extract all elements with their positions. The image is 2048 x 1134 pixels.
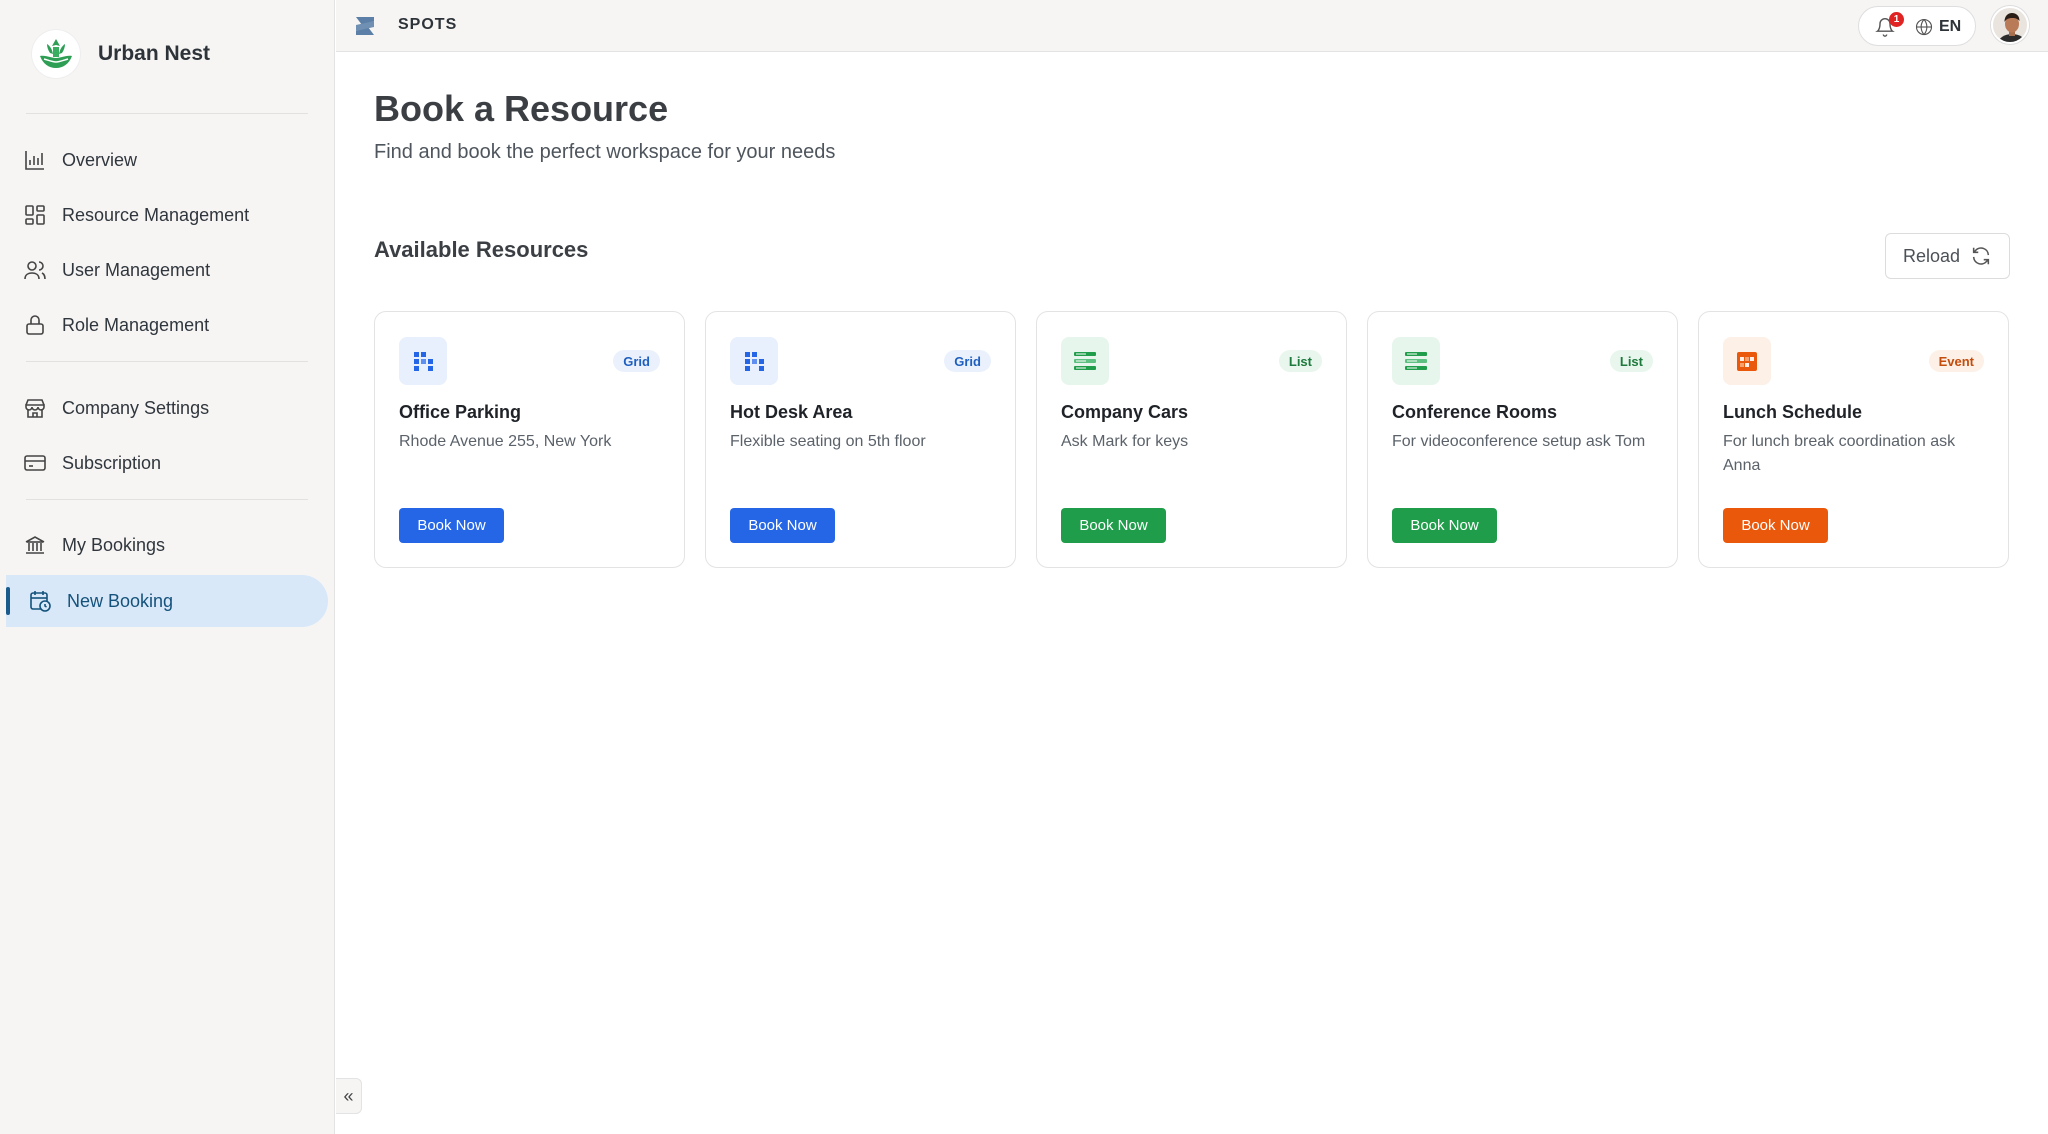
sidebar-item-label: Overview [62,150,138,170]
sidebar-divider [26,499,308,500]
book-now-button[interactable]: Book Now [730,508,835,543]
topbar: SPOTS 1 EN [336,0,2048,52]
bar-chart-icon [25,151,44,170]
resource-description: For videoconference setup ask Tom [1392,433,1646,450]
sidebar-item-new-booking[interactable]: New Booking [6,575,328,627]
credit-card-icon [24,455,46,471]
page-subtitle: Find and book the perfect workspace for … [374,141,836,163]
avatar[interactable] [1991,6,2029,44]
reload-button[interactable]: Reload [1885,233,2010,279]
page-title: Book a Resource [374,88,669,129]
spots-logo-icon [356,17,374,35]
bank-icon [25,536,45,554]
sidebar-divider [26,113,308,114]
sidebar-item-label: Resource Management [62,205,250,225]
user-avatar-icon [1993,8,2027,42]
sidebar-item-label: User Management [62,260,211,280]
resource-description: Rhode Avenue 255, New York [399,433,612,450]
resource-title: Office Parking [399,402,522,422]
chevrons-left-icon: « [343,1085,354,1106]
resource-card-office-parking: Grid Office Parking Rhode Avenue 255, Ne… [374,311,685,568]
list-layout-icon [1061,337,1109,385]
sidebar-item-label: Company Settings [62,398,210,418]
brand-name: Urban Nest [98,42,211,65]
sidebar-item-role-management[interactable]: Role Management [6,299,328,351]
sidebar-item-company-settings[interactable]: Company Settings [6,382,328,434]
sidebar-divider [26,361,308,362]
resource-card-conference-rooms: List Conference Rooms For videoconferenc… [1367,311,1678,568]
sidebar-item-subscription[interactable]: Subscription [6,437,328,489]
resource-card-hot-desk-area: Grid Hot Desk Area Flexible seating on 5… [705,311,1016,568]
sidebar-item-label: New Booking [67,591,174,611]
book-now-button[interactable]: Book Now [1061,508,1166,543]
sidebar: Urban Nest Overview Resource Management … [0,0,335,1134]
resource-card-company-cars: List Company Cars Ask Mark for keys Book… [1036,311,1347,568]
resource-type-badge: List [1609,350,1653,372]
resource-type-badge: Event [1928,350,1984,372]
resource-title: Lunch Schedule [1723,402,1863,422]
sidebar-item-label: My Bookings [62,535,166,555]
book-now-button[interactable]: Book Now [399,508,504,543]
lock-icon [26,315,44,335]
resource-title: Hot Desk Area [730,402,853,422]
brand[interactable]: Urban Nest [32,27,210,81]
grid-layout-icon [730,337,778,385]
resource-type-badge: Grid [944,350,991,372]
calendar-clock-icon [30,591,51,612]
sidebar-item-label: Subscription [62,453,162,473]
collapse-sidebar-button[interactable]: « [336,1078,362,1114]
sidebar-item-overview[interactable]: Overview [6,134,328,186]
users-icon [24,261,46,280]
resource-description: Flexible seating on 5th floor [730,433,926,450]
section-title: Available Resources [374,237,589,262]
event-calendar-icon [1723,337,1771,385]
book-now-button[interactable]: Book Now [1392,508,1497,543]
topbar-actions: 1 EN [1858,6,1976,46]
resource-type-badge: List [1278,350,1322,372]
resource-card-lunch-schedule: Event Lunch Schedule For lunch break coo… [1698,311,2009,568]
resource-title: Company Cars [1061,402,1189,422]
refresh-icon [1972,247,1990,265]
sidebar-item-user-management[interactable]: User Management [6,244,328,296]
resource-description: Ask Mark for keys [1061,433,1189,450]
resource-type-badge: Grid [613,350,660,372]
list-layout-icon [1392,337,1440,385]
app-name: SPOTS [398,16,458,33]
notification-badge: 1 [1889,12,1904,27]
grid-icon [25,205,45,225]
reload-label: Reload [1902,245,1961,266]
language-selector[interactable]: EN [1939,18,1961,36]
sidebar-item-resource-management[interactable]: Resource Management [6,189,328,241]
store-icon [25,399,45,418]
sidebar-item-my-bookings[interactable]: My Bookings [6,519,328,571]
sidebar-item-label: Role Management [62,315,210,335]
resource-description: For lunch break coordination ask Anna [1723,433,1956,474]
book-now-button[interactable]: Book Now [1723,508,1828,543]
urban-nest-logo-icon [32,30,80,78]
globe-icon[interactable] [1915,18,1933,36]
grid-layout-icon [399,337,447,385]
resource-title: Conference Rooms [1392,402,1558,422]
